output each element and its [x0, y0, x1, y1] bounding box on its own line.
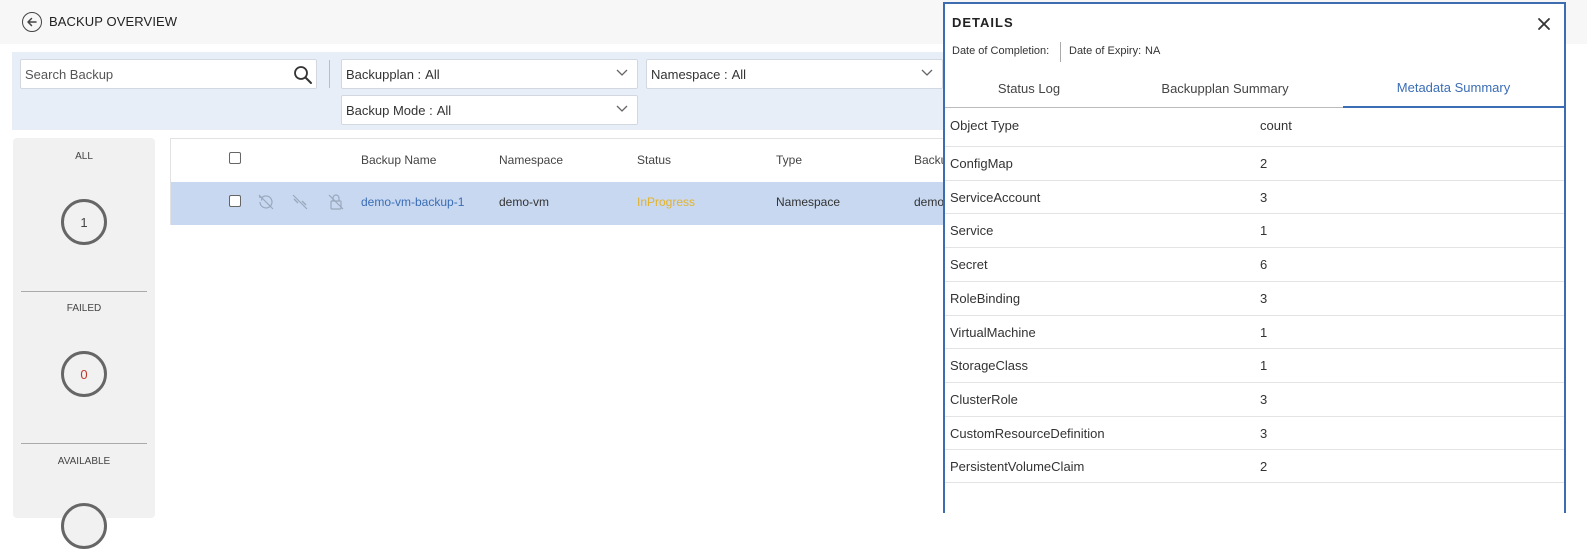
object-type-cell: PersistentVolumeClaim	[950, 459, 1085, 475]
column-header-object-type: Object Type	[950, 118, 1020, 133]
count-cell: 1	[1260, 358, 1268, 374]
object-type-cell: CustomResourceDefinition	[950, 425, 1105, 441]
column-header-namespace[interactable]: Namespace	[499, 153, 563, 167]
count-cell: 3	[1260, 391, 1268, 407]
tab-metadata-summary[interactable]: Metadata Summary	[1343, 68, 1564, 108]
date-of-expiry-label: Date of Expiry:	[1069, 45, 1142, 57]
select-all-checkbox[interactable]	[229, 152, 241, 164]
search-icon[interactable]	[293, 65, 313, 85]
metadata-row: PersistentVolumeClaim 2	[945, 449, 1564, 484]
tab-status-log[interactable]: Status Log	[945, 68, 1113, 108]
metadata-row: ConfigMap 2	[945, 146, 1564, 180]
object-type-cell: ServiceAccount	[950, 189, 1041, 205]
metadata-row: StorageClass 1	[945, 348, 1564, 382]
backup-stats-panel: ALL 1 FAILED 0 AVAILABLE	[13, 138, 155, 549]
metadata-row: VirtualMachine 1	[945, 314, 1564, 349]
table-row[interactable]: demo-vm-backup-1 demo-vm InProgress Name…	[171, 182, 951, 225]
count-cell: 3	[1260, 425, 1268, 441]
details-panel: DETAILS Date of Completion: Date of Expi…	[943, 2, 1566, 513]
count-cell: 2	[1260, 459, 1268, 475]
object-type-cell: RoleBinding	[950, 290, 1021, 306]
backup-mode-filter-select[interactable]: Backup Mode : All	[341, 95, 638, 125]
stat-divider	[21, 291, 147, 292]
column-header-status[interactable]: Status	[637, 153, 671, 167]
object-type-cell: VirtualMachine	[950, 324, 1036, 340]
stat-all-label: ALL	[75, 151, 93, 162]
stat-failed-count[interactable]: 0	[61, 351, 107, 397]
date-of-completion-label: Date of Completion:	[952, 45, 1050, 57]
details-tabs: Status Log Backupplan Summary Metadata S…	[945, 68, 1564, 108]
filter-divider	[329, 60, 330, 88]
backup-overview-page: BACKUP OVERVIEW Backupplan : All Namespa…	[0, 0, 1587, 549]
backupplan-filter-label: Backupplan :	[346, 66, 422, 82]
backupplan-filter-select[interactable]: Backupplan : All	[341, 59, 638, 89]
backup-mode-filter-value: All	[436, 102, 452, 118]
backupplan-cell: demo	[914, 195, 945, 209]
object-type-cell: Secret	[950, 257, 988, 273]
object-type-cell: ConfigMap	[950, 156, 1013, 171]
count-cell: 3	[1260, 290, 1268, 306]
object-type-cell: StorageClass	[950, 358, 1029, 374]
row-checkbox[interactable]	[229, 195, 241, 207]
status-cell: InProgress	[637, 195, 696, 209]
metadata-row: ClusterRole 3	[945, 381, 1564, 416]
stat-failed-label: FAILED	[66, 303, 102, 314]
column-header-count: count	[1260, 118, 1292, 133]
namespace-filter-value: All	[731, 66, 747, 82]
count-cell: 3	[1260, 189, 1268, 205]
column-header-backup-name[interactable]: Backup Name	[361, 153, 436, 167]
namespace-filter-select[interactable]: Namespace : All	[646, 59, 943, 89]
tab-backupplan-summary[interactable]: Backupplan Summary	[1135, 68, 1315, 108]
unlink-icon[interactable]	[291, 193, 309, 211]
chevron-down-icon	[921, 69, 933, 76]
search-input[interactable]	[21, 60, 281, 88]
stat-divider	[21, 443, 147, 444]
details-title: DETAILS	[952, 15, 1014, 30]
count-cell: 1	[1260, 223, 1268, 239]
close-icon[interactable]	[1537, 17, 1551, 31]
metadata-row: RoleBinding 3	[945, 280, 1564, 315]
metadata-row: ServiceAccount 3	[945, 179, 1564, 214]
lock-disabled-icon[interactable]	[327, 193, 345, 211]
type-cell: Namespace	[776, 195, 841, 209]
stat-all-count[interactable]: 1	[61, 199, 107, 245]
chevron-down-icon	[616, 69, 628, 76]
backup-mode-filter-label: Backup Mode :	[346, 102, 433, 118]
namespace-cell: demo-vm	[499, 195, 550, 209]
backup-name-link[interactable]: demo-vm-backup-1	[361, 195, 464, 209]
namespace-filter-label: Namespace :	[651, 66, 728, 82]
object-type-cell: ClusterRole	[950, 391, 1018, 407]
count-cell: 6	[1260, 257, 1268, 273]
column-header-type[interactable]: Type	[776, 153, 802, 167]
stat-available-label: AVAILABLE	[57, 456, 111, 467]
page-title: BACKUP OVERVIEW	[49, 14, 178, 29]
restore-disabled-icon[interactable]	[257, 193, 275, 211]
back-arrow-icon[interactable]	[22, 12, 42, 32]
chevron-down-icon	[616, 105, 628, 112]
search-box	[20, 59, 317, 89]
metadata-row: Secret 6	[945, 247, 1564, 281]
backupplan-filter-value: All	[425, 66, 440, 82]
backup-table: Backup Name Namespace Status Type Backu …	[170, 138, 951, 225]
object-type-cell: Service	[950, 223, 994, 239]
metadata-row: CustomResourceDefinition 3	[945, 415, 1564, 450]
meta-divider	[1060, 42, 1061, 62]
count-cell: 2	[1260, 156, 1268, 171]
stat-available-count[interactable]	[61, 503, 107, 549]
date-of-expiry-value: NA	[1145, 45, 1161, 57]
metadata-row: Service 1	[945, 213, 1564, 247]
count-cell: 1	[1260, 324, 1268, 340]
